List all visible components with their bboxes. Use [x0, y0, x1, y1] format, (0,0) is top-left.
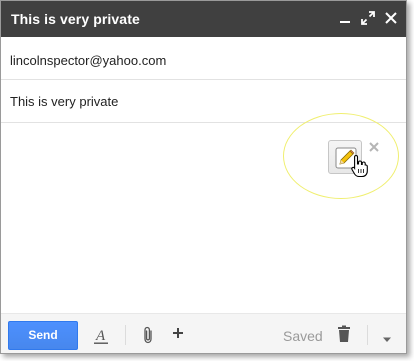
trash-icon[interactable]	[337, 325, 351, 348]
close-icon[interactable]	[382, 9, 400, 27]
svg-text:A: A	[95, 328, 106, 344]
to-field-value: lincolnspector@yahoo.com	[10, 53, 167, 68]
attachment-icon[interactable]	[142, 326, 154, 349]
expand-icon[interactable]	[359, 9, 377, 27]
close-x-icon[interactable]	[368, 141, 380, 153]
send-button[interactable]: Send	[8, 321, 78, 350]
edit-button[interactable]	[328, 140, 362, 174]
plus-icon[interactable]	[171, 326, 185, 345]
minimize-icon[interactable]	[336, 9, 354, 27]
toolbar-divider	[125, 325, 126, 345]
to-field[interactable]: lincolnspector@yahoo.com	[1, 37, 406, 80]
subject-field-value: This is very private	[10, 94, 119, 109]
text-format-icon[interactable]: A	[94, 327, 108, 350]
toolbar-divider-right	[367, 325, 368, 345]
compose-title: This is very private	[11, 11, 140, 27]
compose-titlebar[interactable]: This is very private	[1, 1, 406, 37]
subject-field[interactable]: This is very private	[1, 80, 406, 123]
pencil-edit-icon	[335, 147, 357, 169]
compose-window: This is very private lincolnspector@yaho…	[0, 0, 407, 354]
saved-status: Saved	[283, 328, 323, 344]
compose-footer: Send A Saved	[1, 313, 406, 353]
chevron-down-icon[interactable]	[382, 331, 392, 349]
